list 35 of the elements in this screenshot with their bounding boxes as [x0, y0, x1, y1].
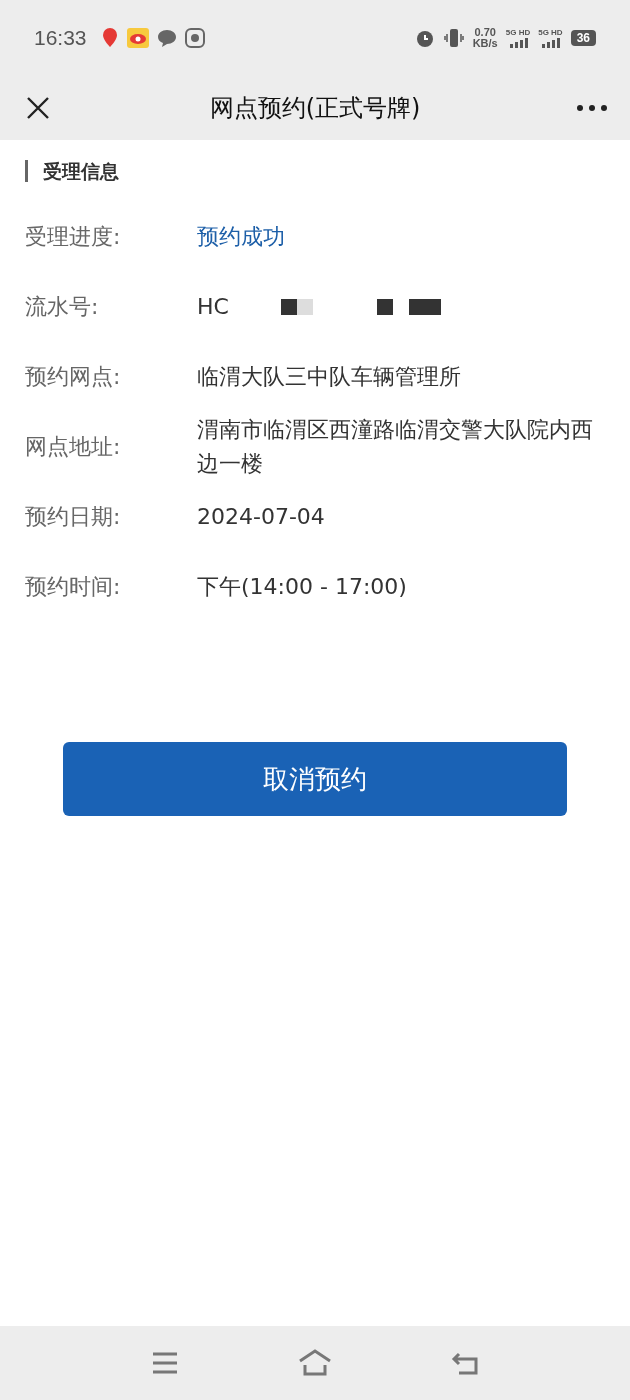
back-icon — [451, 1350, 479, 1376]
field-label: 预约网点: — [25, 363, 122, 391]
field-value: HC — [197, 293, 229, 321]
battery-level: 36 — [570, 30, 596, 46]
redaction-mark — [280, 299, 313, 315]
cancel-button[interactable]: 取消预约 — [63, 742, 567, 816]
page-title: 网点预约(正式号牌) — [208, 93, 422, 124]
field-label: 预约日期: — [25, 503, 122, 531]
field-label: 预约时间: — [25, 573, 122, 601]
redaction-mark — [408, 299, 441, 315]
alarm-clock-icon — [414, 28, 435, 48]
map-pin-icon — [100, 27, 119, 49]
section-title: 受理信息 — [25, 160, 605, 182]
home-icon — [298, 1349, 332, 1377]
field-label: 流水号: — [25, 293, 100, 321]
field-value: 下午(14:00 - 17:00) — [197, 573, 407, 601]
field-value: 渭南市临渭区西潼路临渭交警大队院内西边一楼 — [197, 416, 594, 478]
field-label: 网点地址: — [25, 433, 122, 461]
more-icon — [576, 104, 608, 112]
eye-logo-icon — [126, 28, 149, 48]
network-label: 5G HD — [538, 28, 563, 37]
redaction-mark — [376, 299, 393, 315]
field-value: 2024-07-04 — [197, 503, 325, 531]
field-value: 临渭大队三中队车辆管理所 — [197, 363, 461, 391]
signal-icon — [540, 38, 561, 48]
status-time: 16:33 — [34, 26, 87, 50]
vibrate-icon — [442, 28, 465, 48]
network-speed: 0.70 KB/s — [472, 27, 498, 49]
field-value: 预约成功 — [197, 223, 285, 251]
network-label: 5G HD — [505, 28, 531, 37]
signal-icon — [507, 38, 528, 48]
chat-bubble-icon — [156, 29, 177, 47]
menu-icon — [151, 1351, 179, 1375]
close-icon — [25, 95, 51, 121]
field-label: 受理进度: — [25, 223, 122, 251]
